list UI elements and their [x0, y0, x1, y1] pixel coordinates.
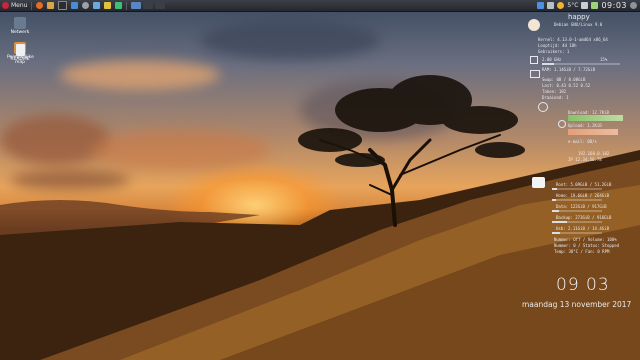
terminal-icon — [58, 1, 68, 10]
desktop-icon-label: Netwerk — [10, 30, 30, 35]
dropbox-icon[interactable] — [537, 2, 545, 9]
conky-kernel: Kernel: 4.13.0-1-amd64 x86_64 — [538, 37, 608, 42]
conky-cpu-percent: 15% — [600, 57, 608, 62]
conky-cpu-freq: 2.00 GHz — [542, 57, 562, 62]
disk-usage-bar — [552, 188, 557, 190]
settings-gear-icon — [558, 120, 566, 128]
disk-bar-track — [552, 210, 602, 212]
chat-icon — [115, 2, 123, 9]
browser-icon — [36, 2, 44, 9]
cpu-bar-track — [542, 63, 620, 65]
document-icon — [15, 44, 25, 56]
media-icon — [104, 2, 112, 9]
desktop-icon-readme[interactable]: README — [7, 44, 33, 62]
disk-usage-bar — [552, 199, 556, 201]
mail-icon — [93, 2, 101, 9]
launcher-mail[interactable] — [91, 0, 102, 11]
workspace-1[interactable] — [131, 2, 142, 9]
memory-icon — [530, 70, 540, 78]
conky-net-up: Upload: 1.2KiB — [568, 123, 602, 128]
disk-bar-track — [552, 199, 602, 201]
conky-ram: RAM: 1.14GiB / 7.72GiB — [542, 67, 595, 72]
conky-threads: Draaiend: 1 — [542, 95, 569, 100]
weather-temp[interactable]: 5°C — [567, 2, 578, 9]
desktop-clock-date: maandag 13 november 2017 — [522, 300, 632, 309]
conky-tasks: Taken: 182 — [542, 89, 567, 94]
disk-usage-bar — [552, 232, 560, 234]
hard-disk-icon — [532, 177, 545, 188]
launcher-editor[interactable] — [69, 0, 80, 11]
conky-net-public: IP 12.34.56.78 — [568, 157, 602, 162]
tree-canopy — [298, 75, 525, 167]
debian-icon — [2, 2, 9, 9]
workspace-3[interactable] — [155, 2, 166, 9]
conky-net-ip: 192.168.0.102 — [578, 151, 610, 156]
user-avatar-icon — [528, 19, 540, 31]
desktop-icon-label: README — [10, 57, 30, 62]
menu-label: Menu — [11, 2, 28, 9]
conky-load: Last: 0.43 0.52 0.52 — [542, 83, 591, 88]
conky-uptime: Looptijd: 4d 18h — [538, 43, 577, 48]
panel-separator — [31, 1, 33, 10]
launcher-browser[interactable] — [34, 0, 45, 11]
network-globe-icon — [538, 102, 548, 112]
conky-os: Debian GNU/Linux 9.0 — [554, 22, 603, 27]
power-icon[interactable] — [630, 2, 637, 9]
conky-disk-label: Usb: 2.11GiB / 14.4GiB — [556, 226, 609, 231]
launcher-chat[interactable] — [113, 0, 124, 11]
system-tray: 5°C 09:03 — [537, 1, 640, 10]
conky-swap: Swap: 0B / 8.00GiB — [542, 77, 586, 82]
disk-usage-bar — [552, 221, 567, 223]
gear-icon — [82, 2, 90, 9]
upload-graph — [568, 129, 618, 135]
network-icon[interactable] — [547, 2, 555, 9]
folder-icon — [47, 2, 55, 9]
panel-clock[interactable]: 09:03 — [601, 1, 627, 10]
conky-username: happy — [568, 13, 590, 21]
workspace-2[interactable] — [143, 2, 154, 9]
disk-bar-track — [552, 188, 602, 190]
download-graph — [568, 115, 623, 121]
editor-icon — [71, 2, 79, 9]
weather-icon[interactable] — [557, 2, 565, 9]
volume-icon[interactable] — [581, 2, 589, 9]
network-folder-icon — [14, 17, 26, 29]
conky-extra-line: Nummer: Off / Volume: 100% — [554, 237, 617, 242]
disk-usage-bar — [552, 210, 559, 212]
disk-bar-track — [552, 232, 602, 234]
conky-users: Gebruikers: 1 — [538, 49, 570, 54]
launcher-media[interactable] — [102, 0, 113, 11]
cpu-chip-icon — [530, 56, 538, 64]
launcher-settings[interactable] — [80, 0, 91, 11]
desktop-clock-time: 09 03 — [556, 275, 610, 295]
launcher-files[interactable] — [45, 0, 56, 11]
battery-icon[interactable] — [591, 2, 599, 9]
conky-disk-label: Home: 19.6GiB / 264GiB — [556, 193, 609, 198]
launcher-terminal[interactable] — [56, 0, 69, 11]
conky-disk-label: Root: 5.09GiB / 51.2GiB — [556, 182, 612, 187]
conky-disk-label: Backup: 273GiB / 916GiB — [556, 215, 612, 220]
conky-disk-label: Data: 122GiB / 917GiB — [556, 204, 607, 209]
conky-extra-line: Nummer: 0 / Status: Stopped — [554, 243, 620, 248]
menu-button[interactable]: Menu — [0, 0, 29, 11]
conky-extra-line: Temp: 38°C / Fan: 0 RPM — [554, 249, 610, 254]
desktop-icon-network[interactable]: Netwerk — [7, 17, 33, 35]
workspace-switcher[interactable] — [129, 0, 167, 11]
panel-separator — [126, 1, 128, 10]
conky-net-mac: e-mail: 0B/s — [568, 139, 597, 144]
cpu-usage-bar — [542, 63, 554, 65]
